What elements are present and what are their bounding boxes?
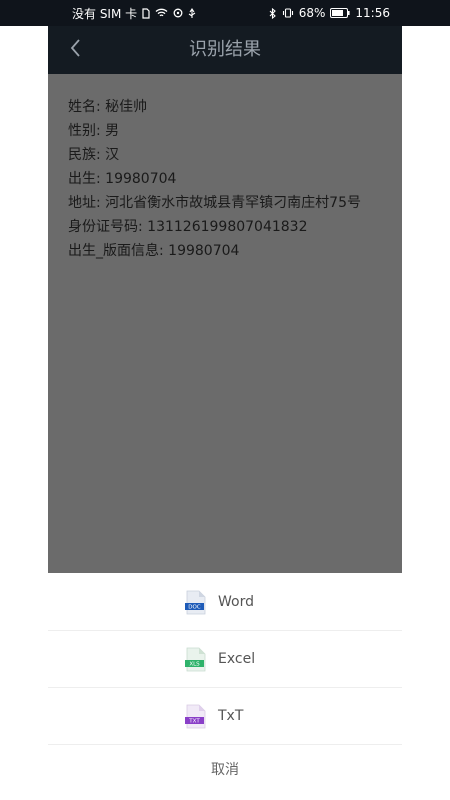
title-bar: 识别结果	[48, 26, 402, 74]
export-word-label: Word	[218, 594, 254, 610]
field-birth-layout: 出生_版面信息: 19980704	[68, 243, 240, 259]
clock-time: 11:56	[355, 6, 390, 20]
vibrate-icon	[282, 8, 294, 18]
field-address: 地址: 河北省衡水市故城县青罕镇刁南庄村75号	[68, 195, 361, 211]
battery-icon	[330, 8, 351, 18]
txt-file-icon: TXT	[185, 704, 207, 730]
svg-text:DOC: DOC	[188, 605, 201, 611]
export-excel-option[interactable]: XLS Excel	[48, 631, 402, 687]
field-id-number: 身份证号码: 131126199807041832	[68, 219, 308, 235]
carrier-text: 没有 SIM 卡	[72, 6, 138, 21]
page-title: 识别结果	[189, 39, 261, 60]
field-birth: 出生: 19980704	[68, 171, 177, 187]
cancel-button[interactable]: 取消	[48, 744, 402, 796]
wifi-icon	[155, 8, 168, 18]
sim-card-icon	[142, 7, 150, 19]
export-txt-option[interactable]: TXT TxT	[48, 688, 402, 744]
svg-text:XLS: XLS	[189, 662, 200, 668]
result-panel: 姓名: 秘佳帅 性别: 男 民族: 汉 出生: 19980704 地址: 河北省…	[48, 74, 402, 573]
battery-percent: 68%	[298, 6, 326, 20]
status-bar: 没有 SIM 卡 68% 11:56	[0, 0, 450, 26]
usb-icon	[188, 7, 196, 19]
xls-file-icon: XLS	[185, 647, 207, 673]
bluetooth-icon	[269, 7, 277, 19]
export-excel-label: Excel	[218, 651, 256, 667]
svg-text:TXT: TXT	[188, 719, 200, 725]
export-txt-label: TxT	[218, 708, 244, 724]
field-name: 姓名: 秘佳帅	[68, 99, 148, 115]
field-ethnicity: 民族: 汉	[68, 147, 120, 163]
export-word-option[interactable]: DOC Word	[48, 574, 402, 630]
doc-file-icon: DOC	[185, 590, 207, 616]
data-saver-icon	[173, 8, 183, 18]
field-gender: 性别: 男	[68, 123, 120, 139]
export-sheet: DOC Word XLS Excel TXT TxT 取消	[48, 573, 402, 800]
